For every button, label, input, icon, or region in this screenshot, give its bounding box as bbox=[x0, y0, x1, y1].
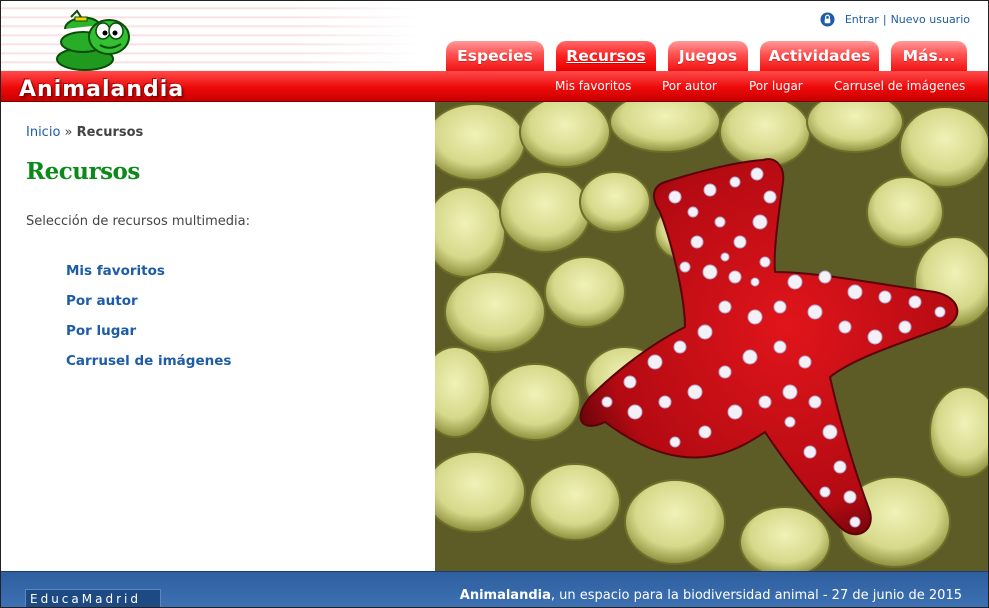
breadcrumb: Inicio » Recursos bbox=[26, 125, 143, 140]
page-title: Recursos bbox=[26, 158, 140, 185]
tab-especies[interactable]: Especies bbox=[446, 41, 544, 71]
site-header: Animalandia Entrar | Nuevo usuario Espec… bbox=[1, 1, 988, 102]
tab-recursos[interactable]: Recursos bbox=[556, 41, 656, 71]
breadcrumb-home[interactable]: Inicio bbox=[26, 125, 60, 140]
site-footer: EducaMadrid Animalandia, un espacio para… bbox=[1, 571, 988, 607]
footer-site-name: Animalandia bbox=[459, 588, 551, 603]
site-logo[interactable]: Animalandia bbox=[15, 9, 183, 102]
educamadrid-logo[interactable]: EducaMadrid bbox=[25, 589, 161, 607]
main-content: Inicio » Recursos Recursos Selección de … bbox=[1, 102, 435, 571]
resource-link-por-autor[interactable]: Por autor bbox=[66, 292, 231, 322]
starfish-illustration bbox=[435, 102, 988, 571]
subnav-carrusel[interactable]: Carrusel de imágenes bbox=[834, 79, 965, 93]
main-nav-tabs: Especies Recursos Juegos Actividades Más… bbox=[446, 41, 979, 71]
resource-link-carrusel[interactable]: Carrusel de imágenes bbox=[66, 352, 231, 382]
footer-tagline: , un espacio para la biodiversidad anima… bbox=[550, 588, 962, 603]
resource-link-por-lugar[interactable]: Por lugar bbox=[66, 322, 231, 352]
new-user-link[interactable]: Nuevo usuario bbox=[891, 13, 970, 26]
subnav-por-lugar[interactable]: Por lugar bbox=[749, 79, 803, 93]
breadcrumb-separator: » bbox=[64, 125, 73, 140]
subnav-mis-favoritos[interactable]: Mis favoritos bbox=[555, 79, 631, 93]
login-link[interactable]: Entrar bbox=[845, 13, 879, 26]
page: Animalandia Entrar | Nuevo usuario Espec… bbox=[0, 0, 989, 608]
snake-logo-icon bbox=[56, 9, 130, 71]
tab-juegos[interactable]: Juegos bbox=[668, 41, 748, 71]
login-separator: | bbox=[882, 13, 887, 26]
login-area: Entrar | Nuevo usuario bbox=[820, 12, 970, 27]
footer-text: Animalandia, un espacio para la biodiver… bbox=[460, 588, 962, 603]
subnav-por-autor[interactable]: Por autor bbox=[662, 79, 717, 93]
tab-actividades[interactable]: Actividades bbox=[760, 41, 879, 71]
tab-mas[interactable]: Más... bbox=[891, 41, 967, 71]
resource-link-mis-favoritos[interactable]: Mis favoritos bbox=[66, 262, 231, 292]
lock-icon bbox=[820, 12, 835, 27]
resource-list: Mis favoritos Por autor Por lugar Carrus… bbox=[66, 262, 231, 382]
starfish-photo bbox=[435, 102, 988, 571]
intro-text: Selección de recursos multimedia: bbox=[26, 214, 250, 229]
logo-text: Animalandia bbox=[19, 77, 185, 102]
breadcrumb-current: Recursos bbox=[76, 125, 144, 140]
